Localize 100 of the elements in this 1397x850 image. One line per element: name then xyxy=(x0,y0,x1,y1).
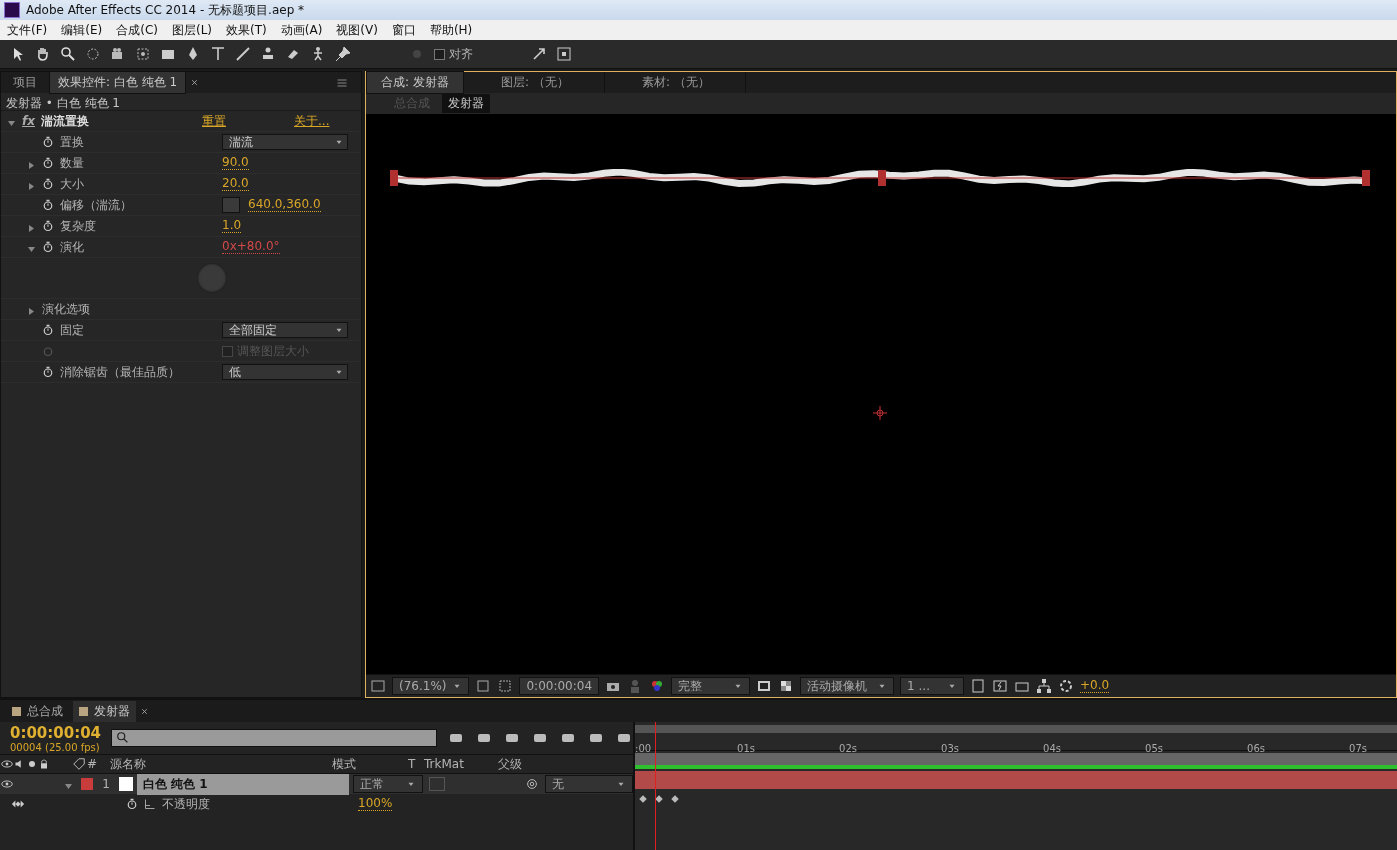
pin-icon[interactable] xyxy=(335,46,351,62)
menu-item[interactable]: 帮助(H) xyxy=(422,21,480,39)
menu-item[interactable]: 窗口 xyxy=(384,21,423,39)
stopwatch-icon[interactable] xyxy=(42,241,54,253)
dropdown[interactable]: 湍流 xyxy=(222,134,348,150)
dropdown[interactable]: 全部固定 xyxy=(222,322,348,338)
property-label: 固定 xyxy=(60,321,84,339)
eye-icon[interactable] xyxy=(0,757,14,771)
stamp-icon[interactable] xyxy=(260,46,276,62)
column-header[interactable]: 父级 xyxy=(498,755,522,773)
column-header: # xyxy=(86,757,98,771)
layer-name[interactable]: 白色 纯色 1 xyxy=(137,773,349,795)
exposure-icon[interactable] xyxy=(1058,678,1075,694)
label-color-swatch[interactable] xyxy=(81,778,93,790)
effect-name: 湍流置换 xyxy=(40,112,89,130)
camera-dropdown[interactable]: 活动摄像机 xyxy=(800,677,895,695)
close-icon[interactable] xyxy=(140,706,149,716)
time-ruler-label: 02s xyxy=(839,743,858,754)
lock-icon[interactable] xyxy=(38,757,50,771)
keyframe-icon[interactable] xyxy=(638,794,649,804)
property-value[interactable]: 100% xyxy=(358,797,393,811)
menu-item[interactable]: 图层(L) xyxy=(164,21,220,39)
eye-icon[interactable] xyxy=(0,777,14,791)
brush-icon[interactable] xyxy=(235,46,251,62)
viewer-tab[interactable]: 图层: （无） xyxy=(465,72,605,93)
pick-whip-icon[interactable] xyxy=(525,777,539,791)
value-field[interactable]: 20.0 xyxy=(222,177,249,191)
menu-item[interactable]: 编辑(E) xyxy=(54,21,110,39)
menu-item[interactable]: 合成(C) xyxy=(109,21,165,39)
property-label: 数量 xyxy=(60,154,84,172)
stopwatch-icon[interactable] xyxy=(42,136,54,148)
toggle-pixel-icon[interactable] xyxy=(970,678,987,694)
timeline-tab[interactable]: 发射器 xyxy=(73,700,136,722)
menu-item[interactable]: 动画(A) xyxy=(273,21,330,39)
property-label: 演化选项 xyxy=(42,300,90,318)
menu-item[interactable]: 文件(F) xyxy=(0,21,55,39)
expand-arrow-icon[interactable] xyxy=(531,46,547,62)
panel-tab[interactable]: 项目 xyxy=(5,72,45,93)
menu-item[interactable]: 效果(T) xyxy=(219,21,274,39)
stopwatch-icon[interactable] xyxy=(42,220,54,232)
zoom-dropdown[interactable]: (76.1%) xyxy=(392,677,470,695)
value-field[interactable]: 1.0 xyxy=(222,219,242,233)
timecode-field[interactable]: 0:00:00:04 xyxy=(519,677,600,695)
trkmat-field[interactable] xyxy=(429,777,445,791)
search-icon[interactable] xyxy=(60,46,76,62)
grid-icon[interactable] xyxy=(475,678,492,694)
focus-frame-icon[interactable] xyxy=(556,46,572,62)
parent-dropdown[interactable]: 无 xyxy=(545,775,633,793)
snap-checkbox[interactable] xyxy=(434,48,445,60)
stopwatch-icon[interactable] xyxy=(42,178,54,190)
column-header[interactable]: 源名称 xyxy=(110,755,332,773)
menu-item[interactable]: 视图(V) xyxy=(329,21,385,39)
column-header[interactable]: 模式 xyxy=(332,755,408,773)
stopwatch-icon[interactable] xyxy=(42,157,54,169)
column-header: TrkMat xyxy=(424,757,465,771)
mask-toggle-icon[interactable] xyxy=(497,678,514,694)
fx-icon[interactable]: fx xyxy=(22,114,35,128)
anchor-point-icon xyxy=(872,406,887,420)
flowchart-icon[interactable] xyxy=(1036,678,1053,694)
stopwatch-icon[interactable] xyxy=(126,798,138,810)
layer-breadcrumb: 发射器 • 白色 纯色 1 xyxy=(1,93,361,111)
viewer-tab[interactable]: 合成: 发射器 xyxy=(366,71,464,94)
graph-icon[interactable] xyxy=(144,798,156,810)
mode-dropdown[interactable]: 正常 xyxy=(353,775,423,793)
region-icon[interactable] xyxy=(756,678,773,694)
current-time[interactable]: 0:00:00:04 xyxy=(10,723,102,742)
text-icon[interactable] xyxy=(210,46,226,62)
value-field[interactable]: 90.0 xyxy=(222,156,249,170)
search-field[interactable] xyxy=(111,729,438,747)
viewer-tab[interactable]: 素材: （无） xyxy=(606,72,746,93)
time-ruler-label: 04s xyxy=(1043,743,1062,754)
view-layout-dropdown[interactable]: 1 ... xyxy=(900,677,965,695)
close-icon[interactable] xyxy=(190,78,200,87)
time-ruler-label: 03s xyxy=(941,743,960,754)
stopwatch-icon[interactable] xyxy=(42,324,54,336)
exposure-value[interactable]: +0.0 xyxy=(1080,679,1110,693)
stopwatch-icon[interactable] xyxy=(42,199,54,211)
comp-breadcrumb[interactable]: 发射器 xyxy=(442,94,490,113)
stopwatch-icon[interactable] xyxy=(42,366,54,378)
time-ruler-label: 07s xyxy=(1349,743,1368,754)
reset-link[interactable]: 重置 xyxy=(202,112,226,130)
dropdown[interactable]: 低 xyxy=(222,364,348,380)
label-tag-icon[interactable] xyxy=(72,757,86,771)
timeline-tab[interactable]: 总合成 xyxy=(6,700,69,722)
fast-preview-icon[interactable] xyxy=(992,678,1009,694)
keyframe-icon[interactable] xyxy=(670,794,681,804)
viewer-options-icon[interactable] xyxy=(370,678,386,694)
panel-tab[interactable]: 效果控件: 白色 纯色 1 xyxy=(49,71,187,94)
property-label: 置换 xyxy=(60,133,84,151)
app-logo-icon xyxy=(4,2,20,18)
resolution-dropdown[interactable]: 完整 xyxy=(671,677,751,695)
column-header: T xyxy=(408,757,417,771)
layer-number: 1 xyxy=(101,777,111,791)
property-label: 偏移（湍流） xyxy=(60,196,132,214)
hand-icon[interactable] xyxy=(35,46,51,62)
window-title: Adobe After Effects CC 2014 - 无标题项目.aep * xyxy=(26,1,305,19)
about-link[interactable]: 关于... xyxy=(294,112,330,130)
value-field[interactable]: 640.0,360.0 xyxy=(248,198,321,212)
rotate-icon[interactable] xyxy=(85,46,101,62)
pan-behind-icon[interactable] xyxy=(135,46,151,62)
